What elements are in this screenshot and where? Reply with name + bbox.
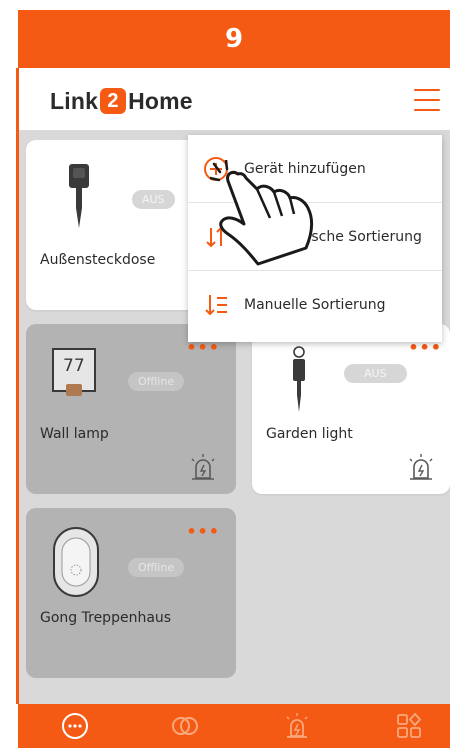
- status-badge: AUS: [344, 364, 407, 383]
- wall-lamp-number: 77: [63, 356, 85, 376]
- screen: 9 Link2Home ••• AUS Außensteckdo: [0, 0, 452, 748]
- grid-icon[interactable]: [394, 711, 424, 741]
- step-number: 9: [224, 24, 244, 54]
- logo-text-home: Home: [128, 87, 193, 114]
- wall-lamp-icon: 77: [52, 348, 96, 396]
- step-number-banner: 9: [18, 10, 450, 68]
- outdoor-plug-icon: [69, 164, 89, 228]
- bottom-navigation: [18, 704, 450, 748]
- device-card[interactable]: ••• 77 Offline Wall lamp: [26, 324, 236, 494]
- alarm-icon[interactable]: [282, 711, 312, 741]
- sort-manual-icon: [205, 295, 227, 316]
- logo-two-badge: 2: [100, 88, 127, 114]
- device-name: Gong Treppenhaus: [40, 610, 172, 626]
- logo-text-link: Link: [50, 87, 99, 114]
- device-name: Garden light: [266, 426, 353, 442]
- device-name: Wall lamp: [40, 426, 109, 442]
- status-badge: Offline: [128, 372, 185, 391]
- alarm-icon[interactable]: [404, 452, 438, 482]
- more-options-icon[interactable]: •••: [186, 522, 220, 541]
- device-name: Außensteckdose: [40, 252, 156, 268]
- device-card[interactable]: ••• Offline Gong Treppenhaus: [26, 508, 236, 678]
- hamburger-menu-icon[interactable]: [414, 89, 440, 111]
- garden-light-icon: [293, 346, 305, 412]
- status-badge: AUS: [132, 190, 175, 209]
- app-logo: Link 2 Home: [50, 86, 193, 116]
- devices-icon[interactable]: [60, 711, 90, 741]
- device-card[interactable]: ••• AUS Garden light: [252, 324, 450, 494]
- status-badge: Offline: [128, 558, 185, 577]
- screen-edge-accent: [16, 68, 19, 704]
- alarm-icon[interactable]: [186, 452, 220, 482]
- app-header: Link 2 Home: [18, 68, 450, 130]
- pointing-hand-icon: [210, 160, 314, 266]
- menu-item-label: Manuelle Sortierung: [244, 297, 386, 313]
- menu-item-manual-sort[interactable]: Manuelle Sortierung: [188, 271, 442, 339]
- gong-icon: [53, 527, 99, 597]
- links-icon[interactable]: [170, 711, 200, 741]
